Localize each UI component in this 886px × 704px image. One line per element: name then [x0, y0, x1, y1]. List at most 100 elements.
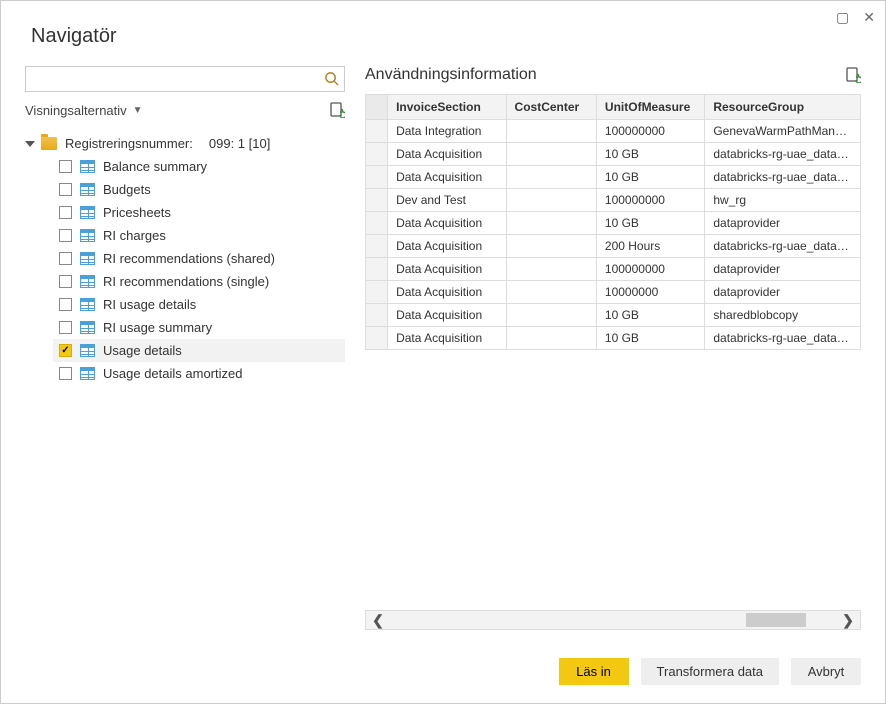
checkbox[interactable] [59, 183, 72, 196]
cell [506, 166, 596, 189]
load-button[interactable]: Läs in [559, 658, 629, 685]
table-row[interactable]: Data Integration100000000GenevaWarmPathM… [366, 120, 861, 143]
table-row[interactable]: Data Acquisition 200 Hoursdatabricks-rg-u… [366, 235, 861, 258]
tree-item-label: RI usage summary [103, 320, 212, 335]
cell: 10 GB [596, 166, 704, 189]
row-gutter [366, 258, 388, 281]
preview-pane: Användningsinformation InvoiceSectionCos… [365, 66, 861, 638]
row-gutter [366, 327, 388, 350]
cell: GenevaWarmPathManageRG [705, 120, 861, 143]
row-gutter [366, 281, 388, 304]
checkbox[interactable] [59, 229, 72, 242]
checkbox[interactable] [59, 321, 72, 334]
row-gutter [366, 166, 388, 189]
search-icon[interactable] [324, 71, 339, 86]
transform-button[interactable]: Transformera data [641, 658, 779, 685]
refresh-icon[interactable] [329, 102, 345, 118]
cell: 10 GB [596, 304, 704, 327]
table-row[interactable]: Data Acquisition10 GBdataprovider [366, 212, 861, 235]
row-gutter [366, 143, 388, 166]
tree-item-label: Usage details amortized [103, 366, 242, 381]
tree-item-label: RI usage details [103, 297, 196, 312]
column-header[interactable]: InvoiceSection [388, 95, 506, 120]
search-input[interactable] [25, 66, 345, 92]
display-options-dropdown[interactable]: Visningsalternativ ▼ [25, 103, 143, 118]
checkbox[interactable] [59, 206, 72, 219]
cell [506, 212, 596, 235]
cell: Data Acquisition [388, 166, 506, 189]
cell: Data Integration [388, 120, 506, 143]
tree: Registreringsnummer: 099: 1 [10] Balance… [25, 132, 345, 385]
caret-down-icon [25, 141, 35, 147]
table-icon [80, 229, 95, 242]
table-row[interactable]: Data Acquisition10000000dataprovider [366, 281, 861, 304]
cell: Data Acquisition [388, 327, 506, 350]
horizontal-scrollbar[interactable]: ❮ ❯ [365, 610, 861, 630]
cell: 100000000 [596, 258, 704, 281]
table-icon [80, 367, 95, 380]
table-row[interactable]: Data Acquisition10 GBdatabricks-rg-uae_d… [366, 166, 861, 189]
checkbox[interactable] [59, 252, 72, 265]
tree-item-label: Budgets [103, 182, 151, 197]
checkbox[interactable] [59, 160, 72, 173]
table-row[interactable]: Data Acquisition 10 GBdatabricks-rg-uae_d… [366, 143, 861, 166]
tree-item-label: Usage details [103, 343, 182, 358]
maximize-icon[interactable]: ▢ [836, 9, 849, 26]
tree-item[interactable]: RI recommendations (shared) [53, 247, 345, 270]
table-row[interactable]: Data Acquisition10 GBsharedblobcopy [366, 304, 861, 327]
cell: 100000000 [596, 189, 704, 212]
tree-root[interactable]: Registreringsnummer: 099: 1 [10] [25, 132, 345, 155]
cell: Dev and Test [388, 189, 506, 212]
cell: dataprovider [705, 281, 861, 304]
cell: databricks-rg-uae_databricks- [705, 327, 861, 350]
cell [506, 189, 596, 212]
tree-item[interactable]: Usage details amortized [53, 362, 345, 385]
tree-item[interactable]: RI charges [53, 224, 345, 247]
cell: databricks-rg-uae_databricks- [705, 143, 861, 166]
table-row[interactable]: Dev and Test100000000hw_rg [366, 189, 861, 212]
row-gutter [366, 235, 388, 258]
tree-item-label: Balance summary [103, 159, 207, 174]
cell: 200 Hours [596, 235, 704, 258]
row-gutter [366, 304, 388, 327]
close-icon[interactable]: ✕ [863, 9, 875, 26]
tree-item[interactable]: Balance summary [53, 155, 345, 178]
cell: dataprovider [705, 212, 861, 235]
checkbox[interactable] [59, 344, 72, 357]
table-icon [80, 252, 95, 265]
preview-title: Användningsinformation [365, 66, 537, 84]
scroll-left-icon[interactable]: ❮ [366, 612, 390, 629]
cell: Data Acquisition [388, 304, 506, 327]
cancel-button[interactable]: Avbryt [791, 658, 861, 685]
cell: Data Acquisition [388, 143, 506, 166]
preview-refresh-icon[interactable] [845, 67, 861, 83]
table-icon [80, 344, 95, 357]
checkbox[interactable] [59, 298, 72, 311]
column-header[interactable]: ResourceGroup [705, 95, 861, 120]
tree-item[interactable]: Usage details [53, 339, 345, 362]
checkbox[interactable] [59, 275, 72, 288]
scroll-track[interactable] [390, 611, 836, 629]
row-gutter [366, 189, 388, 212]
scroll-right-icon[interactable]: ❯ [836, 612, 860, 629]
tree-item[interactable]: RI usage summary [53, 316, 345, 339]
cell: 10 GB [596, 143, 704, 166]
tree-item[interactable]: RI usage details [53, 293, 345, 316]
tree-item[interactable]: Budgets [53, 178, 345, 201]
table-row[interactable]: Data Acquisition 10 GBdatabricks-rg-uae_d… [366, 327, 861, 350]
column-header[interactable]: UnitOfMeasure [596, 95, 704, 120]
scroll-thumb[interactable] [746, 613, 806, 627]
table-row[interactable]: Data Acquisition100000000dataprovider [366, 258, 861, 281]
cell [506, 120, 596, 143]
column-header[interactable]: CostCenter [506, 95, 596, 120]
cell: Data Acquisition [388, 258, 506, 281]
cell: databricks-rg-uae_databricks- [705, 235, 861, 258]
checkbox[interactable] [59, 367, 72, 380]
row-header-spacer [366, 95, 388, 120]
table-icon [80, 183, 95, 196]
cell: Data Acquisition [388, 235, 506, 258]
tree-item[interactable]: RI recommendations (single) [53, 270, 345, 293]
display-options-label: Visningsalternativ [25, 103, 127, 118]
tree-item[interactable]: Pricesheets [53, 201, 345, 224]
cell: 10 GB [596, 327, 704, 350]
